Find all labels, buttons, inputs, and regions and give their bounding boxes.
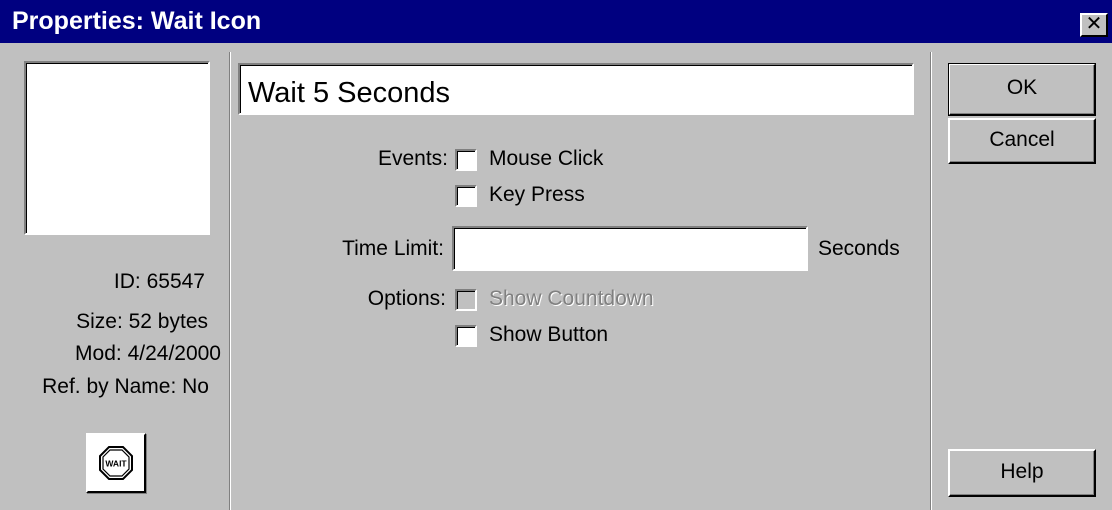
icon-id-text: ID: 65547 — [113, 270, 205, 293]
events-label: Events: — [377, 147, 448, 170]
time-limit-label: Time Limit: — [342, 237, 444, 260]
cancel-button[interactable]: Cancel — [948, 118, 1096, 164]
show-countdown-checkbox — [455, 289, 477, 311]
show-countdown-label: Show Countdown — [489, 287, 654, 310]
icon-modified-text: Mod: 4/24/2000 — [75, 342, 221, 365]
help-button[interactable]: Help — [948, 449, 1096, 497]
title-bar[interactable]: Properties: Wait Icon ✕ — [0, 0, 1112, 43]
show-button-label[interactable]: Show Button — [489, 323, 608, 347]
close-button[interactable]: ✕ — [1080, 13, 1108, 37]
wait-icon-button[interactable]: WAIT — [86, 433, 146, 493]
seconds-unit-label: Seconds — [818, 237, 900, 260]
options-label: Options: — [367, 287, 446, 310]
key-press-checkbox[interactable] — [455, 185, 477, 207]
icon-size-text: Size: 52 bytes — [76, 310, 208, 333]
close-icon: ✕ — [1085, 13, 1103, 35]
properties-dialog: Properties: Wait Icon ✕ ID: 65547 Size: … — [0, 0, 1112, 510]
key-press-label[interactable]: Key Press — [489, 183, 585, 207]
ok-button[interactable]: OK — [948, 63, 1096, 116]
icon-preview-box — [24, 61, 210, 235]
time-limit-field[interactable] — [452, 226, 808, 271]
mouse-click-checkbox[interactable] — [455, 149, 477, 171]
mouse-click-label[interactable]: Mouse Click — [489, 147, 603, 171]
icon-name-field[interactable] — [238, 63, 914, 115]
wait-stop-sign-icon: WAIT — [99, 446, 133, 480]
window-title: Properties: Wait Icon — [12, 7, 262, 35]
wait-icon-glyph-text: WAIT — [105, 459, 127, 469]
right-separator — [930, 52, 932, 510]
icon-ref-by-name-text: Ref. by Name: No — [42, 375, 209, 398]
left-separator — [229, 52, 231, 510]
show-button-checkbox[interactable] — [455, 325, 477, 347]
